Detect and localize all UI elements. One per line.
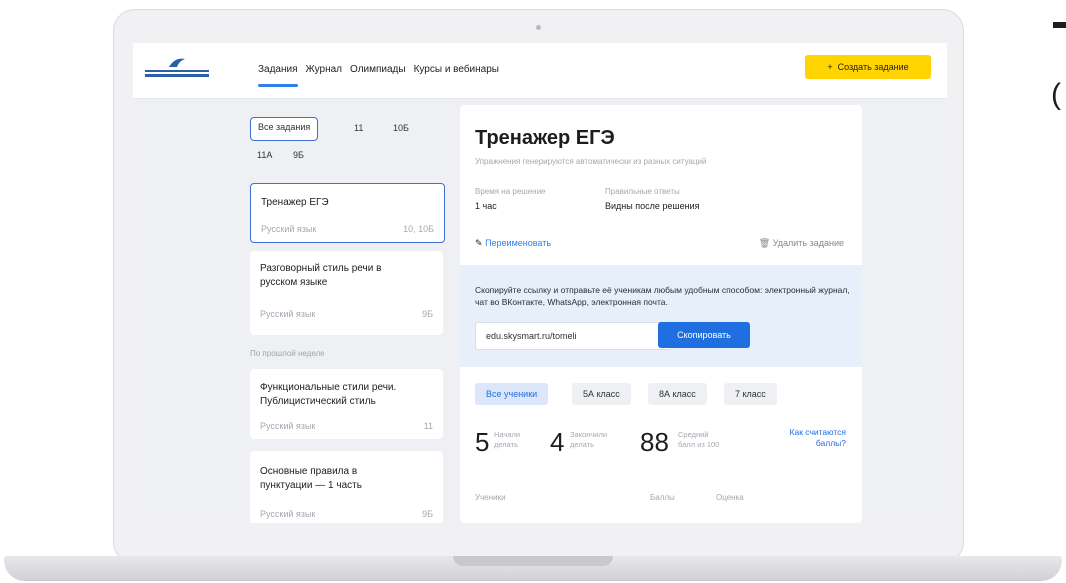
filter-11a[interactable]: 11А bbox=[250, 144, 279, 166]
class-filter-all[interactable]: Все ученики bbox=[475, 383, 549, 405]
filter-9b[interactable]: 9Б bbox=[286, 144, 311, 166]
trash-icon: 🗑 bbox=[758, 238, 771, 248]
task-classes: 9Б bbox=[422, 509, 433, 519]
top-header: Задания Журнал Олимпиады Курсы и вебинар… bbox=[133, 43, 947, 99]
task-title: Основные правила в пунктуации — 1 часть bbox=[260, 466, 362, 491]
class-filter-7[interactable]: 7 класс bbox=[724, 383, 777, 405]
task-subject: Русский язык bbox=[260, 309, 316, 319]
plus-icon: + bbox=[827, 62, 833, 72]
class-filter-8a[interactable]: 8А класс bbox=[648, 383, 707, 405]
task-classes: 11 bbox=[423, 421, 433, 431]
task-card[interactable]: Функциональные стили речи. Публицистичес… bbox=[250, 369, 443, 439]
time-label: Время на решение bbox=[475, 187, 546, 196]
main-nav: Задания Журнал Олимпиады Курсы и вебинар… bbox=[258, 64, 499, 87]
task-detail-title: Тренажер ЕГЭ bbox=[475, 127, 615, 149]
share-section: Скопируйте ссылку и отправьте её ученика… bbox=[460, 265, 862, 367]
task-classes: 10, 10Б bbox=[403, 224, 434, 234]
nav-courses[interactable]: Курсы и вебинары bbox=[414, 64, 499, 75]
app-screen: Задания Журнал Олимпиады Курсы и вебинар… bbox=[133, 43, 947, 523]
task-title: Функциональные стили речи. Публицистичес… bbox=[260, 382, 397, 407]
delete-link[interactable]: 🗑 Удалить задание bbox=[759, 238, 844, 249]
cut-off-glyph bbox=[1053, 22, 1066, 28]
task-card[interactable]: Тренажер ЕГЭ Русский язык 10, 10Б bbox=[250, 183, 445, 243]
task-card[interactable]: Основные правила в пунктуации — 1 часть … bbox=[250, 451, 443, 523]
nav-tasks[interactable]: Задания bbox=[258, 64, 298, 87]
task-title: Разговорный стиль речи в русском языке bbox=[260, 263, 382, 288]
task-subject: Русский язык bbox=[260, 421, 316, 431]
stat-average: 88 bbox=[640, 427, 669, 457]
bird-logo-icon bbox=[169, 58, 185, 67]
task-card[interactable]: Разговорный стиль речи в русском языке Р… bbox=[250, 251, 443, 335]
nav-journal[interactable]: Журнал bbox=[306, 64, 343, 75]
task-subject: Русский язык bbox=[260, 509, 316, 519]
time-value: 1 час bbox=[475, 201, 497, 211]
filter-10b[interactable]: 10Б bbox=[386, 117, 416, 139]
answers-label: Правильные ответы bbox=[605, 187, 680, 196]
task-classes: 9Б bbox=[422, 309, 433, 319]
stat-average-label: Средний балл из 100 bbox=[678, 430, 720, 449]
rename-label: Переименовать bbox=[485, 238, 552, 248]
answers-value: Видны после решения bbox=[605, 201, 700, 211]
stat-finished: 4 bbox=[550, 427, 565, 457]
filter-all[interactable]: Все задания bbox=[250, 117, 319, 141]
camera-icon bbox=[536, 25, 541, 30]
section-label: По прошлой неделе bbox=[250, 349, 325, 358]
cut-off-text: ( bbox=[1051, 78, 1061, 111]
rename-link[interactable]: ✎ Переименовать bbox=[475, 238, 551, 249]
share-instructions: Скопируйте ссылку и отправьте её ученика… bbox=[475, 285, 850, 307]
task-description: Упражнения генерируются автоматически из… bbox=[475, 157, 707, 166]
pencil-icon: ✎ bbox=[475, 238, 483, 248]
filter-11[interactable]: 11 bbox=[347, 117, 370, 139]
delete-label: Удалить задание bbox=[772, 238, 844, 248]
stat-started-label: Начали делать bbox=[494, 430, 521, 449]
task-subject: Русский язык bbox=[261, 224, 317, 234]
copy-button[interactable]: Скопировать bbox=[658, 322, 750, 348]
table-header-students: Ученики bbox=[475, 493, 506, 502]
laptop-notch bbox=[453, 556, 613, 566]
create-task-label: Создать задание bbox=[837, 62, 909, 72]
stat-started: 5 bbox=[475, 427, 490, 457]
create-task-button[interactable]: + Создать задание bbox=[805, 55, 931, 79]
task-title: Тренажер ЕГЭ bbox=[261, 197, 329, 208]
table-header-scores: Баллы bbox=[650, 493, 675, 502]
logo[interactable] bbox=[145, 55, 209, 85]
stat-finished-label: Закончили делать bbox=[570, 430, 608, 449]
class-filter-5a[interactable]: 5А класс bbox=[572, 383, 631, 405]
table-header-grade: Оценка bbox=[716, 493, 744, 502]
how-scores-link[interactable]: Как считаются баллы? bbox=[770, 427, 846, 449]
nav-olympiads[interactable]: Олимпиады bbox=[350, 64, 406, 75]
share-link-field[interactable]: edu.skysmart.ru/tomeli bbox=[475, 322, 672, 350]
task-detail-panel: Тренажер ЕГЭ Упражнения генерируются авт… bbox=[460, 105, 862, 523]
